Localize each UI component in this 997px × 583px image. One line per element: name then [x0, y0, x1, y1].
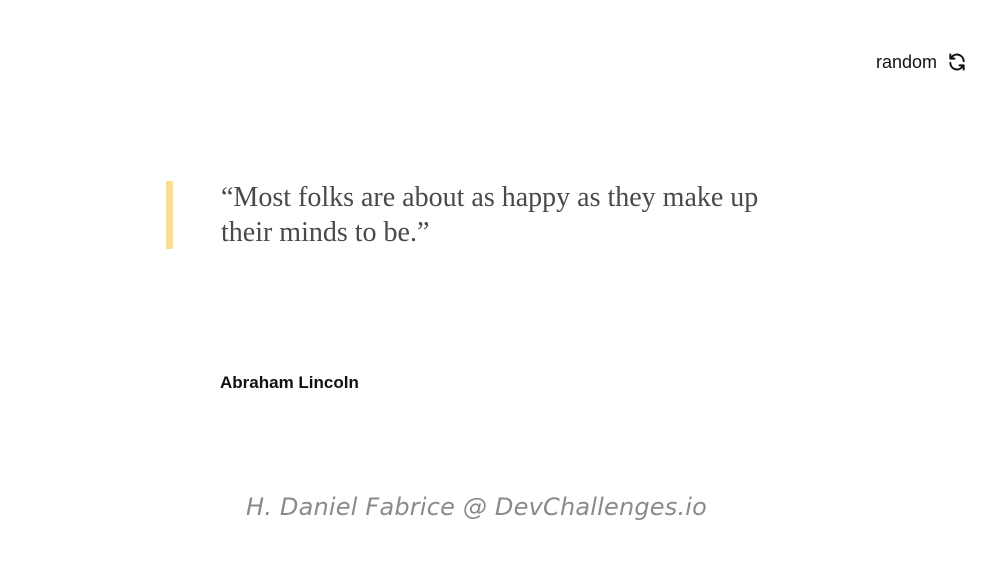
quote-accent-bar	[166, 181, 173, 249]
author-name: Abraham Lincoln	[220, 373, 359, 392]
footer-credit: H. Daniel Fabrice @ DevChallenges.io	[246, 493, 708, 521]
refresh-icon	[947, 52, 967, 72]
random-label: random	[875, 52, 937, 72]
random-button[interactable]: random	[876, 50, 967, 74]
quote-text: “Most folks are about as happy as they m…	[221, 182, 759, 248]
